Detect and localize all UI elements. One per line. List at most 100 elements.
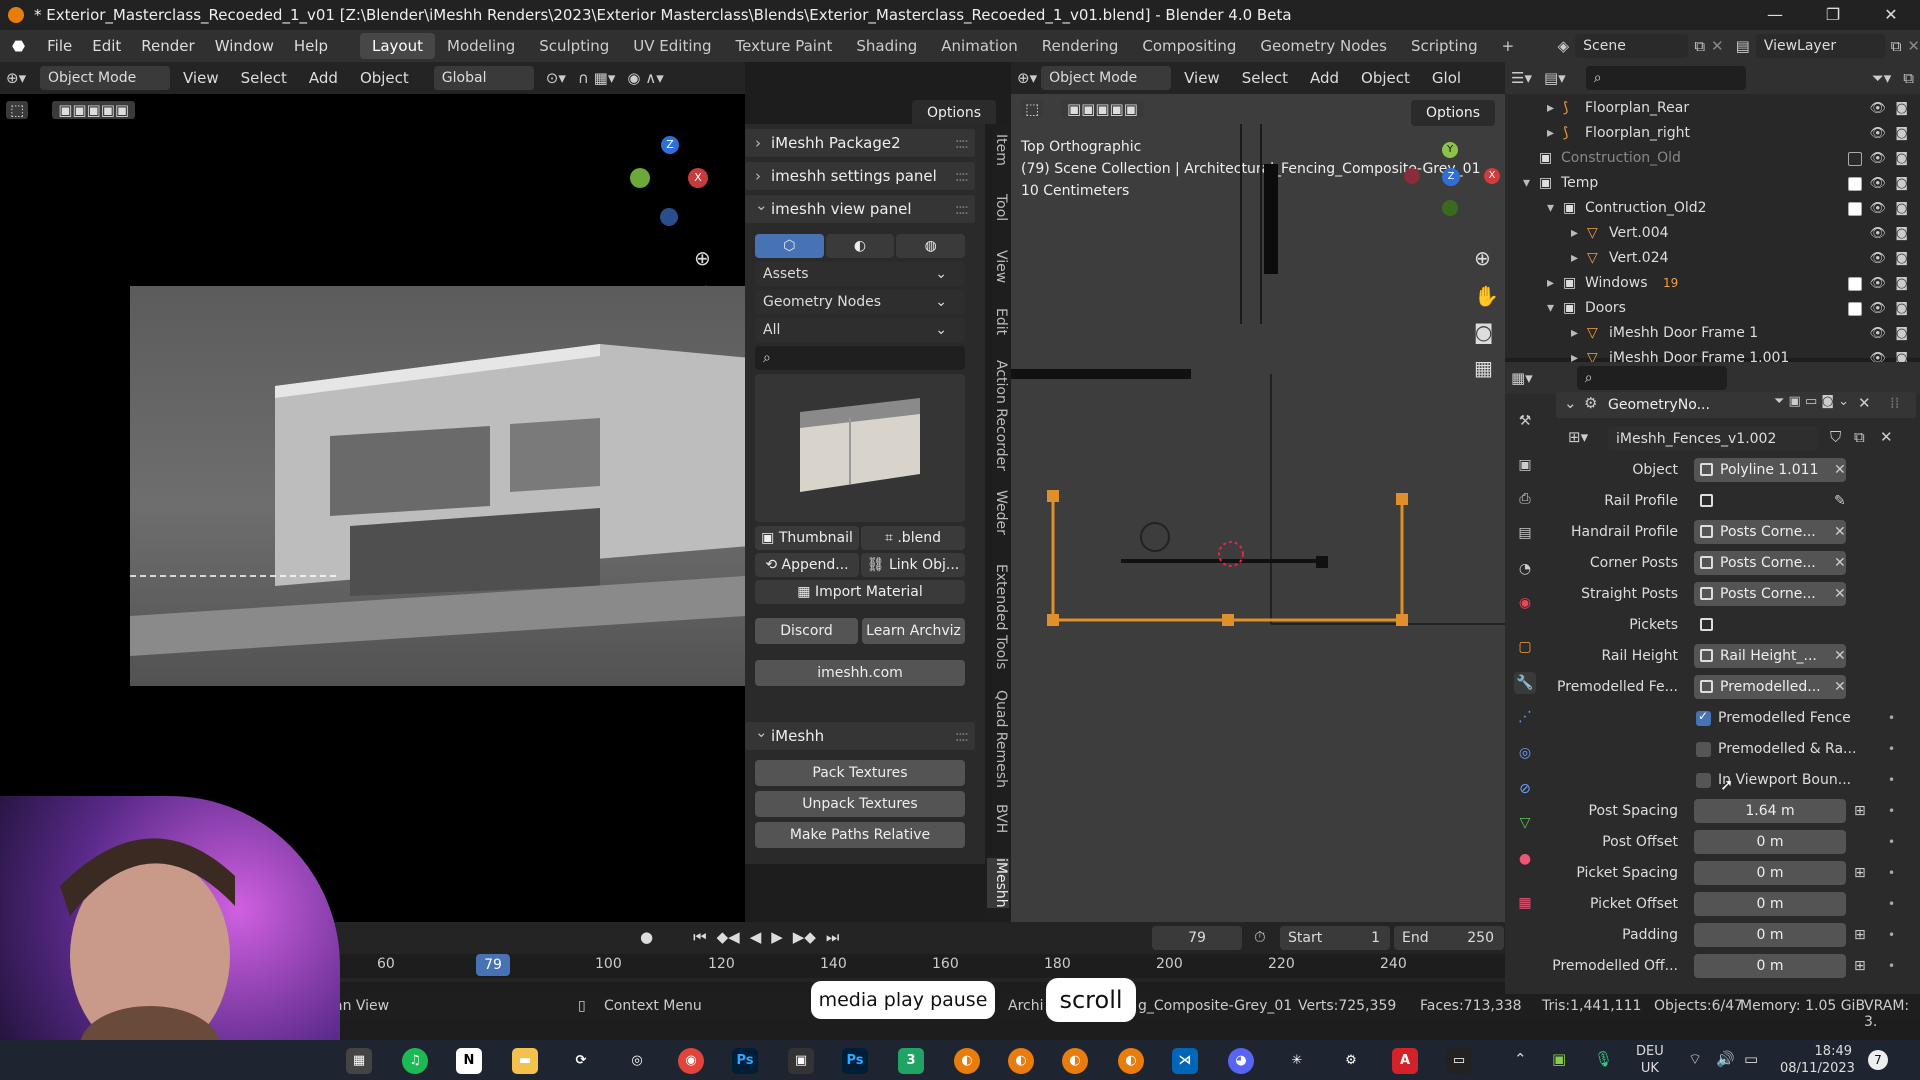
input-datablock-field[interactable] (1694, 489, 1846, 513)
visibility-eye-icon[interactable]: 👁 (1869, 271, 1886, 296)
collapse-arrow-icon[interactable]: ▾ (1547, 196, 1554, 221)
app-icon-3[interactable]: 3 (898, 1048, 924, 1074)
keyframe-dot-icon[interactable]: • (1888, 798, 1895, 824)
workspace-tab-animation[interactable]: Animation (929, 33, 1029, 59)
tab-imeshh[interactable]: iMeshh (987, 858, 1009, 908)
stopwatch-icon[interactable]: ⏱ (1254, 928, 1266, 946)
mode-selector[interactable]: Object Mode (40, 66, 170, 90)
render-camera-icon[interactable]: ◙ (1895, 296, 1908, 321)
play-icon[interactable]: ▶ (771, 928, 783, 946)
workspace-tab-shading[interactable]: Shading (844, 33, 929, 59)
blend-button[interactable]: ⌗ .blend (861, 526, 965, 550)
menu-add-right[interactable]: Add (1301, 62, 1348, 94)
pan-hand-icon-right[interactable]: ✋ (1474, 284, 1499, 308)
render-camera-icon[interactable]: ◙ (1895, 121, 1908, 146)
input-datablock-field[interactable]: Posts Corne... (1694, 551, 1846, 575)
keyframe-dot-icon[interactable]: • (1888, 705, 1895, 731)
clock[interactable]: 18:49 08/11/2023 (1780, 1043, 1855, 1077)
outliner-row[interactable]: ▸ ▽ iMeshh Door Frame 1 👁 ◙ (1505, 321, 1920, 346)
visibility-eye-icon[interactable]: 👁 (1869, 196, 1886, 221)
blender-icon-active[interactable]: ◐ (1118, 1048, 1144, 1074)
menu-edit[interactable]: Edit (82, 30, 131, 62)
visibility-eye-icon[interactable]: 👁 (1869, 171, 1886, 196)
expand-arrow-icon[interactable]: ▸ (1571, 321, 1578, 346)
photoshop-icon[interactable]: Ps (732, 1048, 758, 1074)
collection-include-checkbox[interactable] (1848, 177, 1862, 191)
number-field[interactable]: 1.64 m (1694, 799, 1846, 823)
acrobat-icon[interactable]: A (1392, 1048, 1418, 1074)
tab-edit[interactable]: Edit (987, 308, 1009, 335)
render-camera-icon[interactable]: ◙ (1895, 221, 1908, 246)
viewport-right[interactable]: ⊕▾ Object Mode View Select Add Object Gl… (1011, 62, 1505, 922)
menu-object[interactable]: Object (351, 62, 418, 94)
blender-menu-icon[interactable]: ⬣ (0, 30, 37, 62)
attribute-toggle-icon[interactable]: ⊞ (1854, 953, 1866, 979)
render-camera-icon[interactable]: ◙ (1895, 96, 1908, 121)
tool-properties-icon[interactable]: ⚒ (1514, 410, 1536, 432)
menu-window[interactable]: Window (205, 30, 284, 62)
clear-field-icon[interactable]: ✕ (1834, 550, 1846, 576)
input-datablock-field[interactable]: Rail Height_... (1694, 644, 1846, 668)
tab-tool[interactable]: Tool (987, 194, 1009, 221)
render-camera-icon[interactable]: ◙ (1895, 196, 1908, 221)
chrome-variant-icon[interactable]: ◎ (624, 1048, 650, 1074)
input-datablock-field[interactable]: Premodelled... (1694, 675, 1846, 699)
current-frame-field[interactable]: 79 (1152, 926, 1242, 950)
append-button[interactable]: ⟲ Append... (755, 553, 859, 577)
keyframe-dot-icon[interactable]: • (1888, 829, 1895, 855)
transform-orientation-right[interactable]: Glol (1423, 62, 1470, 94)
tray-app-icon[interactable]: ▣ (1552, 1050, 1566, 1068)
expand-arrow-icon[interactable]: ▸ (1571, 246, 1578, 271)
website-button[interactable]: imeshh.com (755, 660, 965, 686)
visibility-eye-icon[interactable]: 👁 (1869, 96, 1886, 121)
collection-include-checkbox[interactable] (1848, 277, 1862, 291)
visibility-eye-icon[interactable]: 👁 (1869, 321, 1886, 346)
node-group-selector[interactable]: iMeshh_Fences_v1.002 (1608, 427, 1818, 451)
category-dropdown[interactable]: Geometry Nodes ⌄ (755, 290, 965, 314)
keyframe-dot-icon[interactable]: • (1888, 891, 1895, 917)
keyframe-dot-icon[interactable]: • (1888, 736, 1895, 762)
new-view-layer-icon[interactable]: ⧉ (1891, 37, 1902, 55)
modifier-header[interactable]: ⌄ ⚙ GeometryNo... ⏷ ▣ ▭ ◙ ⌄ ✕ ⁞⁞ (1556, 392, 1916, 418)
remove-modifier-icon[interactable]: ✕ (1858, 394, 1871, 412)
blender-icon-2[interactable]: ◐ (1008, 1048, 1034, 1074)
workspace-tab-layout[interactable]: Layout (360, 33, 435, 59)
panel-imeshh-view[interactable]: imeshh view panel:::: (745, 191, 975, 223)
jump-key-forward-icon[interactable]: ▶◆ (793, 928, 816, 946)
viewport-left[interactable]: ⊕▾ Object Mode View Select Add Object Gl… (0, 62, 996, 922)
camera-view-icon-right[interactable]: ◙ (1474, 320, 1493, 344)
workspace-tab-compositing[interactable]: Compositing (1130, 33, 1248, 59)
keyframe-dot-icon[interactable]: • (1888, 953, 1895, 979)
learn-archviz-button[interactable]: Learn Archviz (862, 618, 965, 644)
expand-arrow-icon[interactable]: ▸ (1571, 221, 1578, 246)
models-mode-icon[interactable]: ⬡ (755, 234, 824, 258)
number-field[interactable]: 0 m (1694, 861, 1846, 885)
pivot-icon[interactable]: ⊙▾ (546, 69, 566, 87)
clear-field-icon[interactable]: ✕ (1834, 519, 1846, 545)
attribute-toggle-icon[interactable]: ⊞ (1854, 798, 1866, 824)
tab-view[interactable]: View (987, 250, 1009, 283)
properties-editor-icon[interactable]: ▦▾ (1511, 369, 1533, 387)
outliner-row[interactable]: ▾ ▣ Doors 👁 ◙ (1505, 296, 1920, 321)
spotify-icon[interactable]: ♫ (402, 1048, 428, 1074)
properties-search-input[interactable]: ⌕ (1576, 366, 1727, 390)
outliner-row[interactable]: ▸ ⟆ Floorplan_right 👁 ◙ (1505, 121, 1920, 146)
menu-select[interactable]: Select (232, 62, 296, 94)
clear-field-icon[interactable]: ✕ (1834, 643, 1846, 669)
assets-dropdown[interactable]: Assets ⌄ (755, 262, 965, 286)
microphone-icon[interactable]: 🎙 (1594, 1050, 1613, 1068)
panel-imeshh-package[interactable]: iMeshh Package2:::: (745, 129, 975, 157)
close-button[interactable]: ✕ (1862, 0, 1920, 30)
toggle-checkbox[interactable] (1696, 742, 1711, 757)
fake-user-icon[interactable]: ⛉ (1830, 428, 1841, 446)
menu-view-right[interactable]: View (1175, 62, 1229, 94)
keyframe-dot-icon[interactable]: • (1888, 767, 1895, 793)
zoom-icon-right[interactable]: ⊕ (1474, 246, 1491, 270)
panel-imeshh[interactable]: iMeshh:::: (745, 718, 975, 750)
workspace-tab-texture-paint[interactable]: Texture Paint (724, 33, 845, 59)
input-datablock-field[interactable]: Polyline 1.011 (1694, 458, 1846, 482)
battery-icon[interactable]: ▭ (1744, 1050, 1758, 1068)
delete-view-layer-icon[interactable]: ✕ (1907, 37, 1920, 55)
visibility-eye-icon[interactable]: 👁 (1869, 246, 1886, 271)
notion-icon[interactable]: N (456, 1048, 482, 1074)
